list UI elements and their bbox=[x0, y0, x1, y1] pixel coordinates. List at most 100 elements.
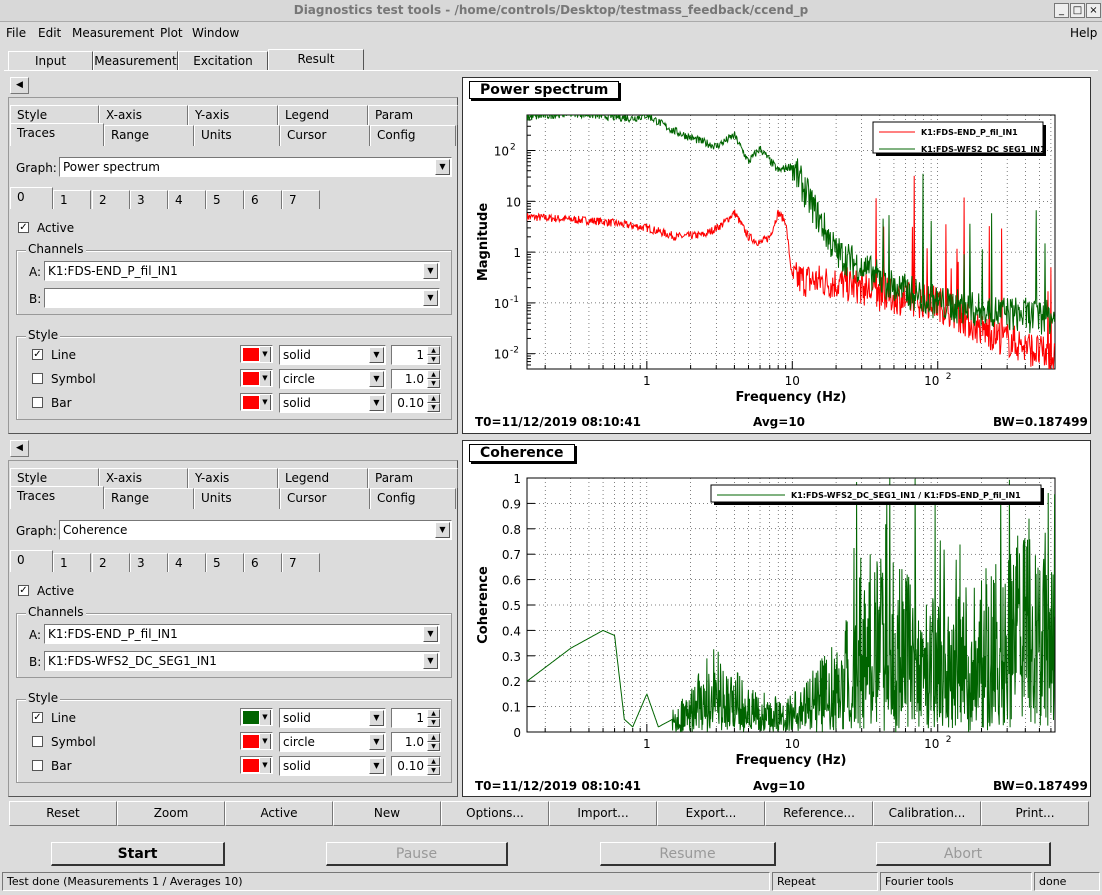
dropdown-arrow-icon[interactable]: ▼ bbox=[259, 734, 271, 749]
option-tab[interactable]: Units bbox=[194, 488, 280, 509]
coherence-plot[interactable]: Coherence 1 10 10 2 0 0.1 0.2 0.3 0.4 0.5 0.6 0.7 0.… bbox=[462, 440, 1091, 797]
dropdown-arrow-icon[interactable]: ▼ bbox=[369, 395, 384, 411]
abort-button[interactable]: Abort bbox=[876, 842, 1051, 866]
bar-checkbox[interactable] bbox=[32, 397, 43, 408]
bar-color-picker[interactable]: ▼ bbox=[240, 756, 273, 774]
dropdown-arrow-icon[interactable]: ▼ bbox=[259, 758, 271, 773]
menu-help[interactable]: Help bbox=[1070, 26, 1097, 40]
menu-edit[interactable]: Edit bbox=[38, 26, 61, 40]
channel-b-select[interactable]: K1:FDS-WFS2_DC_SEG1_IN1 ▼ bbox=[44, 651, 440, 671]
trace-tab[interactable]: 7 bbox=[282, 553, 320, 572]
bar-style-select[interactable]: solid ▼ bbox=[279, 393, 386, 413]
spin-down-icon[interactable]: ▼ bbox=[427, 355, 440, 364]
trace-tab[interactable]: 1 bbox=[53, 553, 91, 572]
channel-a-select[interactable]: K1:FDS-END_P_fil_IN1 ▼ bbox=[44, 261, 440, 281]
tab-excitation[interactable]: Excitation bbox=[178, 51, 268, 71]
option-tab[interactable]: Units bbox=[194, 125, 280, 146]
bar-color-picker[interactable]: ▼ bbox=[240, 393, 273, 411]
option-tab[interactable]: Config bbox=[370, 125, 456, 146]
maximize-icon[interactable]: □ bbox=[1070, 3, 1085, 18]
line-color-picker[interactable]: ▼ bbox=[240, 708, 273, 726]
dropdown-arrow-icon[interactable]: ▼ bbox=[369, 734, 384, 750]
dropdown-arrow-icon[interactable]: ▼ bbox=[435, 159, 450, 175]
tab-input[interactable]: Input bbox=[8, 51, 93, 71]
tab-measurement[interactable]: Measurement bbox=[93, 51, 178, 71]
option-tab[interactable]: Config bbox=[370, 488, 456, 509]
dropdown-arrow-icon[interactable]: ▼ bbox=[259, 371, 271, 386]
dropdown-arrow-icon[interactable]: ▼ bbox=[423, 263, 438, 279]
dropdown-arrow-icon[interactable]: ▼ bbox=[369, 347, 384, 363]
option-tab[interactable]: Range bbox=[104, 125, 194, 146]
spin-up-icon[interactable]: ▲ bbox=[427, 757, 440, 766]
trace-tab[interactable]: 3 bbox=[130, 190, 168, 209]
close-icon[interactable]: × bbox=[1086, 3, 1101, 18]
import-button[interactable]: Import... bbox=[549, 801, 657, 826]
reset-button[interactable]: Reset bbox=[9, 801, 117, 826]
option-tab[interactable]: Legend bbox=[278, 468, 368, 488]
line-checkbox[interactable]: ✓ bbox=[32, 712, 43, 723]
spin-up-icon[interactable]: ▲ bbox=[427, 346, 440, 355]
menu-file[interactable]: File bbox=[6, 26, 26, 40]
bar-size-spinner[interactable]: 0.10 ▲ ▼ bbox=[391, 393, 441, 413]
spin-down-icon[interactable]: ▼ bbox=[427, 403, 440, 412]
dropdown-arrow-icon[interactable]: ▼ bbox=[259, 395, 271, 410]
option-tab[interactable]: Y-axis bbox=[188, 468, 278, 488]
menu-measurement[interactable]: Measurement bbox=[72, 26, 154, 40]
print-button[interactable]: Print... bbox=[981, 801, 1089, 826]
spin-up-icon[interactable]: ▲ bbox=[427, 733, 440, 742]
option-tab[interactable]: X-axis bbox=[99, 105, 188, 125]
graph-select[interactable]: Power spectrum ▼ bbox=[59, 157, 452, 177]
line-color-picker[interactable]: ▼ bbox=[240, 345, 273, 363]
collapse-arrow-icon[interactable]: ◀ bbox=[10, 440, 29, 457]
line-style-select[interactable]: solid ▼ bbox=[279, 708, 386, 728]
start-button[interactable]: Start bbox=[51, 842, 225, 866]
line-style-select[interactable]: solid ▼ bbox=[279, 345, 386, 365]
option-tab[interactable]: Param bbox=[368, 105, 458, 125]
option-tab[interactable]: Legend bbox=[278, 105, 368, 125]
calibration-button[interactable]: Calibration... bbox=[873, 801, 981, 826]
option-tab[interactable]: Cursor bbox=[280, 125, 370, 146]
line-size-spinner[interactable]: 1 ▲ ▼ bbox=[391, 345, 441, 365]
dropdown-arrow-icon[interactable]: ▼ bbox=[423, 626, 438, 642]
trace-tab[interactable]: 0 bbox=[10, 550, 53, 572]
option-tab[interactable]: X-axis bbox=[99, 468, 188, 488]
spin-down-icon[interactable]: ▼ bbox=[427, 718, 440, 727]
option-tab[interactable]: Range bbox=[104, 488, 194, 509]
option-tab[interactable]: Traces bbox=[10, 486, 104, 509]
spin-down-icon[interactable]: ▼ bbox=[427, 379, 440, 388]
minimize-icon[interactable]: _ bbox=[1054, 3, 1069, 18]
trace-tab[interactable]: 6 bbox=[244, 190, 282, 209]
trace-tab[interactable]: 1 bbox=[53, 190, 91, 209]
line-checkbox[interactable]: ✓ bbox=[32, 349, 43, 360]
active-checkbox[interactable]: ✓ bbox=[18, 585, 29, 596]
trace-tab[interactable]: 7 bbox=[282, 190, 320, 209]
trace-tab[interactable]: 2 bbox=[92, 190, 130, 209]
trace-tab[interactable]: 2 bbox=[92, 553, 130, 572]
trace-tab[interactable]: 5 bbox=[206, 190, 244, 209]
dropdown-arrow-icon[interactable]: ▼ bbox=[435, 522, 450, 538]
symbol-style-select[interactable]: circle ▼ bbox=[279, 732, 386, 752]
option-tab[interactable]: Style bbox=[10, 468, 99, 488]
option-tab[interactable]: Cursor bbox=[280, 488, 370, 509]
trace-tab[interactable]: 4 bbox=[168, 190, 206, 209]
menu-plot[interactable]: Plot bbox=[160, 26, 183, 40]
active-button[interactable]: Active bbox=[225, 801, 333, 826]
symbol-checkbox[interactable] bbox=[32, 736, 43, 747]
dropdown-arrow-icon[interactable]: ▼ bbox=[423, 290, 438, 306]
resume-button[interactable]: Resume bbox=[600, 842, 776, 866]
bar-checkbox[interactable] bbox=[32, 760, 43, 771]
symbol-size-spinner[interactable]: 1.0 ▲ ▼ bbox=[391, 369, 441, 389]
channel-b-select[interactable]: ▼ bbox=[44, 288, 440, 308]
spin-up-icon[interactable]: ▲ bbox=[427, 709, 440, 718]
option-tab[interactable]: Traces bbox=[10, 123, 104, 146]
options-button[interactable]: Options... bbox=[441, 801, 549, 826]
symbol-style-select[interactable]: circle ▼ bbox=[279, 369, 386, 389]
dropdown-arrow-icon[interactable]: ▼ bbox=[369, 758, 384, 774]
pause-button[interactable]: Pause bbox=[326, 842, 508, 866]
dropdown-arrow-icon[interactable]: ▼ bbox=[259, 347, 271, 362]
trace-tab[interactable]: 0 bbox=[10, 187, 53, 209]
trace-tab[interactable]: 3 bbox=[130, 553, 168, 572]
dropdown-arrow-icon[interactable]: ▼ bbox=[423, 653, 438, 669]
symbol-color-picker[interactable]: ▼ bbox=[240, 369, 273, 387]
graph-select[interactable]: Coherence ▼ bbox=[59, 520, 452, 540]
